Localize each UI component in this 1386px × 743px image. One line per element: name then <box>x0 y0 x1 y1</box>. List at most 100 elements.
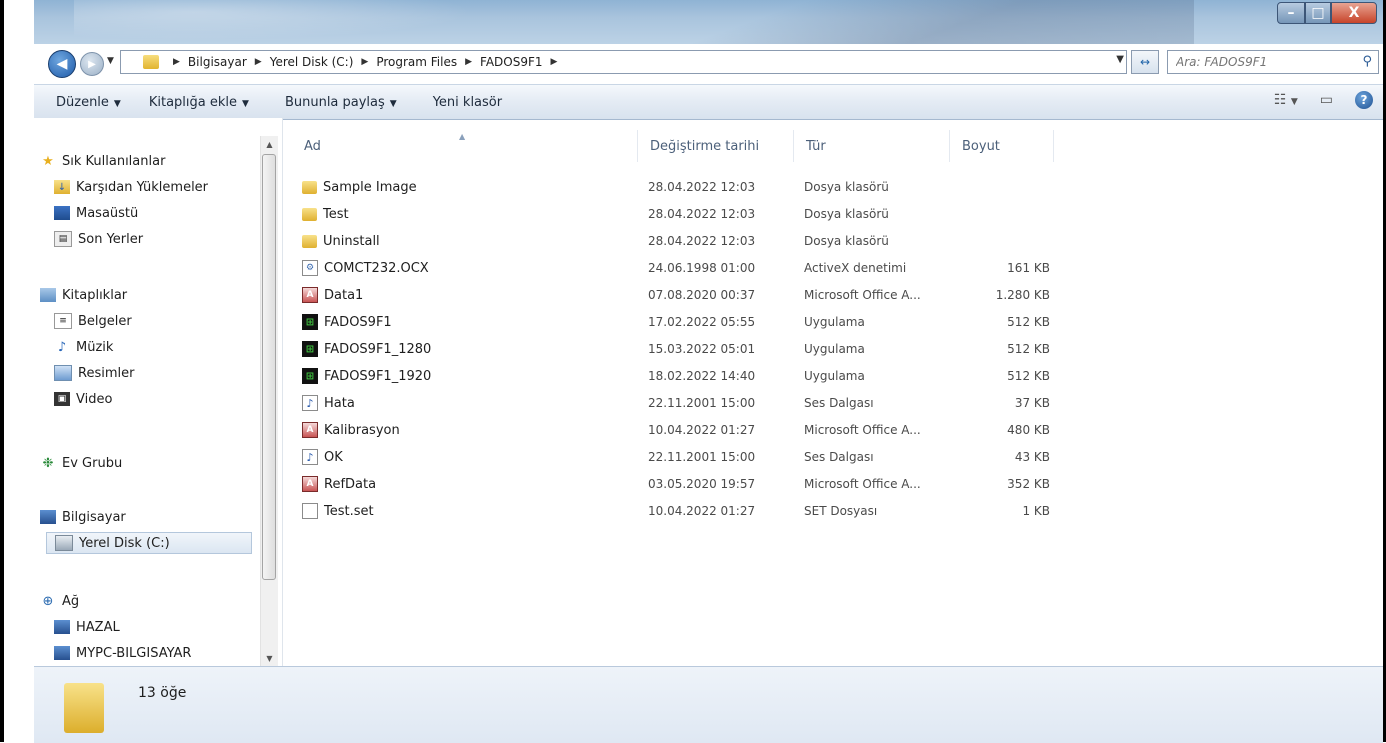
documents-icon: ≡ <box>54 313 72 329</box>
nav-mypc[interactable]: MYPC-BILGISAYAR <box>54 642 191 664</box>
nav-homegroup-label: Ev Grubu <box>62 455 123 471</box>
pictures-icon <box>54 365 72 381</box>
table-row[interactable]: ⊞ FADOS9F1_1920 18.02.2022 14:40 Uygulama… <box>302 363 1062 389</box>
table-row[interactable]: A Data1 07.08.2020 00:37 Microsoft Office… <box>302 282 1062 308</box>
nav-downloads[interactable]: ↓ Karşıdan Yüklemeler <box>54 176 208 198</box>
scrollbar-thumb[interactable] <box>262 154 276 580</box>
table-row[interactable]: A Kalibrasyon 10.04.2022 01:27 Microsoft … <box>302 417 1062 443</box>
nav-music[interactable]: ♪ Müzik <box>54 336 114 358</box>
nav-documents[interactable]: ≡ Belgeler <box>54 310 132 332</box>
share-with-label: Bununla paylaş <box>284 94 385 110</box>
nav-video[interactable]: ▣ Video <box>54 388 112 410</box>
close-button[interactable]: X <box>1331 2 1377 24</box>
search-input[interactable] <box>1174 54 1348 70</box>
table-row[interactable]: ♪ Hata 22.11.2001 15:00 Ses Dalgası 37 KB <box>302 390 1062 416</box>
nav-network[interactable]: ⊕ Ağ <box>40 590 80 612</box>
nav-favorites[interactable]: ★ Sık Kullanılanlar <box>40 150 165 172</box>
table-row[interactable]: Sample Image 28.04.2022 12:03 Dosya klas… <box>302 174 1062 200</box>
homegroup-icon: ❉ <box>42 455 54 471</box>
access-database-icon: A <box>302 287 318 303</box>
file-name: FADOS9F1_1920 <box>324 368 432 384</box>
forward-button[interactable]: ▶ <box>80 52 104 76</box>
nav-recent[interactable]: ▤ Son Yerler <box>54 228 143 250</box>
arrow-left-icon: ◀ <box>56 56 68 72</box>
table-row[interactable]: A RefData 03.05.2020 19:57 Microsoft Offi… <box>302 471 1062 497</box>
title-bar: – □ X <box>34 0 1383 44</box>
nav-computer-label: Bilgisayar <box>62 509 126 525</box>
file-type: Ses Dalgası <box>804 450 874 464</box>
column-date-label: Değiştirme tarihi <box>650 138 760 154</box>
command-bar: Düzenle ▼ Kitaplığa ekle ▼ Bununla paylaş ▼… <box>34 84 1383 120</box>
table-row[interactable]: Test.set 10.04.2022 01:27 SET Dosyası 1 … <box>302 498 1062 524</box>
file-date: 07.08.2020 00:37 <box>648 288 756 302</box>
file-type: Uygulama <box>804 342 865 356</box>
crumb-computer[interactable]: Bilgisayar <box>188 55 247 69</box>
chevron-right-icon[interactable]: ▶ <box>361 57 368 67</box>
libraries-icon <box>40 288 56 302</box>
address-history-dropdown[interactable]: ▼ <box>1116 54 1124 65</box>
crumb-local-disk[interactable]: Yerel Disk (C:) <box>270 55 354 69</box>
share-with-menu[interactable]: Bununla paylaş ▼ <box>263 95 411 110</box>
nav-recent-label: Son Yerler <box>78 231 144 247</box>
file-type: Dosya klasörü <box>804 207 889 221</box>
chevron-right-icon[interactable]: ▶ <box>551 57 558 67</box>
scroll-up-icon[interactable]: ▲ <box>261 136 278 152</box>
chevron-right-icon[interactable]: ▶ <box>173 57 180 67</box>
table-row[interactable]: ♪ OK 22.11.2001 15:00 Ses Dalgası 43 KB <box>302 444 1062 470</box>
table-row[interactable]: Uninstall 28.04.2022 12:03 Dosya klasörü <box>302 228 1062 254</box>
recent-pages-dropdown[interactable]: ▼ <box>107 56 114 66</box>
file-size: 512 KB <box>1007 315 1050 329</box>
search-icon[interactable]: ⚲ <box>1362 54 1372 69</box>
search-box[interactable]: ⚲ <box>1167 50 1379 74</box>
navigation-scrollbar[interactable]: ▲ ▼ <box>260 136 278 666</box>
back-button[interactable]: ◀ <box>48 50 76 78</box>
nav-libraries[interactable]: Kitaplıklar <box>40 284 127 306</box>
new-folder-button[interactable]: Yeni klasör <box>411 95 516 110</box>
explorer-window: – □ X ◀ ▶ ▼ ▶ Bilgisayar ▶ Yerel Disk (C… <box>0 0 1386 743</box>
preview-pane-icon[interactable]: ▭ <box>1320 92 1333 108</box>
nav-downloads-label: Karşıdan Yüklemeler <box>76 179 209 195</box>
column-name-label: Ad <box>304 138 321 154</box>
refresh-button[interactable]: ↔ <box>1131 50 1159 74</box>
file-type: Uygulama <box>804 315 865 329</box>
chevron-right-icon[interactable]: ▶ <box>255 57 262 67</box>
drive-icon <box>55 535 73 551</box>
include-library-menu[interactable]: Kitaplığa ekle ▼ <box>135 95 263 110</box>
item-count: 13 öğe <box>138 685 187 701</box>
refresh-icon: ↔ <box>1139 55 1151 69</box>
view-options-button[interactable]: ☷ ▼ <box>1274 92 1298 108</box>
crumb-program-files[interactable]: Program Files <box>376 55 457 69</box>
file-date: 10.04.2022 01:27 <box>648 423 756 437</box>
file-name: FADOS9F1_1280 <box>324 341 432 357</box>
minimize-button[interactable]: – <box>1277 2 1305 24</box>
file-size: 512 KB <box>1007 342 1050 356</box>
crumb-fados[interactable]: FADOS9F1 <box>480 55 542 69</box>
table-row[interactable]: ⚙ COMCT232.OCX 24.06.1998 01:00 ActiveX d… <box>302 255 1062 281</box>
help-icon[interactable]: ? <box>1355 91 1373 109</box>
nav-network-label: Ağ <box>62 593 80 609</box>
audio-file-icon: ♪ <box>302 395 318 411</box>
nav-local-disk[interactable]: Yerel Disk (C:) <box>46 532 252 554</box>
file-date: 10.04.2022 01:27 <box>648 504 756 518</box>
chevron-right-icon[interactable]: ▶ <box>465 57 472 67</box>
nav-computer[interactable]: Bilgisayar <box>40 506 126 528</box>
nav-music-label: Müzik <box>76 339 114 355</box>
nav-hazal[interactable]: HAZAL <box>54 616 120 638</box>
table-row[interactable]: Test 28.04.2022 12:03 Dosya klasörü <box>302 201 1062 227</box>
breadcrumb: ▶ Bilgisayar ▶ Yerel Disk (C:) ▶ Program… <box>165 55 565 69</box>
file-size: 1 KB <box>1022 504 1050 518</box>
table-row[interactable]: ⊞ FADOS9F1 17.02.2022 05:55 Uygulama 512 … <box>302 309 1062 335</box>
column-header-type[interactable]: Tür <box>794 130 950 162</box>
nav-pictures[interactable]: Resimler <box>54 362 134 384</box>
table-row[interactable]: ⊞ FADOS9F1_1280 15.03.2022 05:01 Uygulama… <box>302 336 1062 362</box>
maximize-button[interactable]: □ <box>1305 2 1331 24</box>
column-header-size[interactable]: Boyut <box>950 130 1054 162</box>
scroll-down-icon[interactable]: ▼ <box>261 650 278 666</box>
address-bar[interactable]: ▶ Bilgisayar ▶ Yerel Disk (C:) ▶ Program… <box>120 50 1127 74</box>
column-header-date[interactable]: Değiştirme tarihi <box>638 130 794 162</box>
nav-desktop[interactable]: Masaüstü <box>54 202 138 224</box>
chevron-down-icon: ▼ <box>113 98 121 109</box>
nav-homegroup[interactable]: ❉ Ev Grubu <box>40 452 123 474</box>
folder-icon <box>302 234 317 248</box>
organize-menu[interactable]: Düzenle ▼ <box>34 95 135 110</box>
